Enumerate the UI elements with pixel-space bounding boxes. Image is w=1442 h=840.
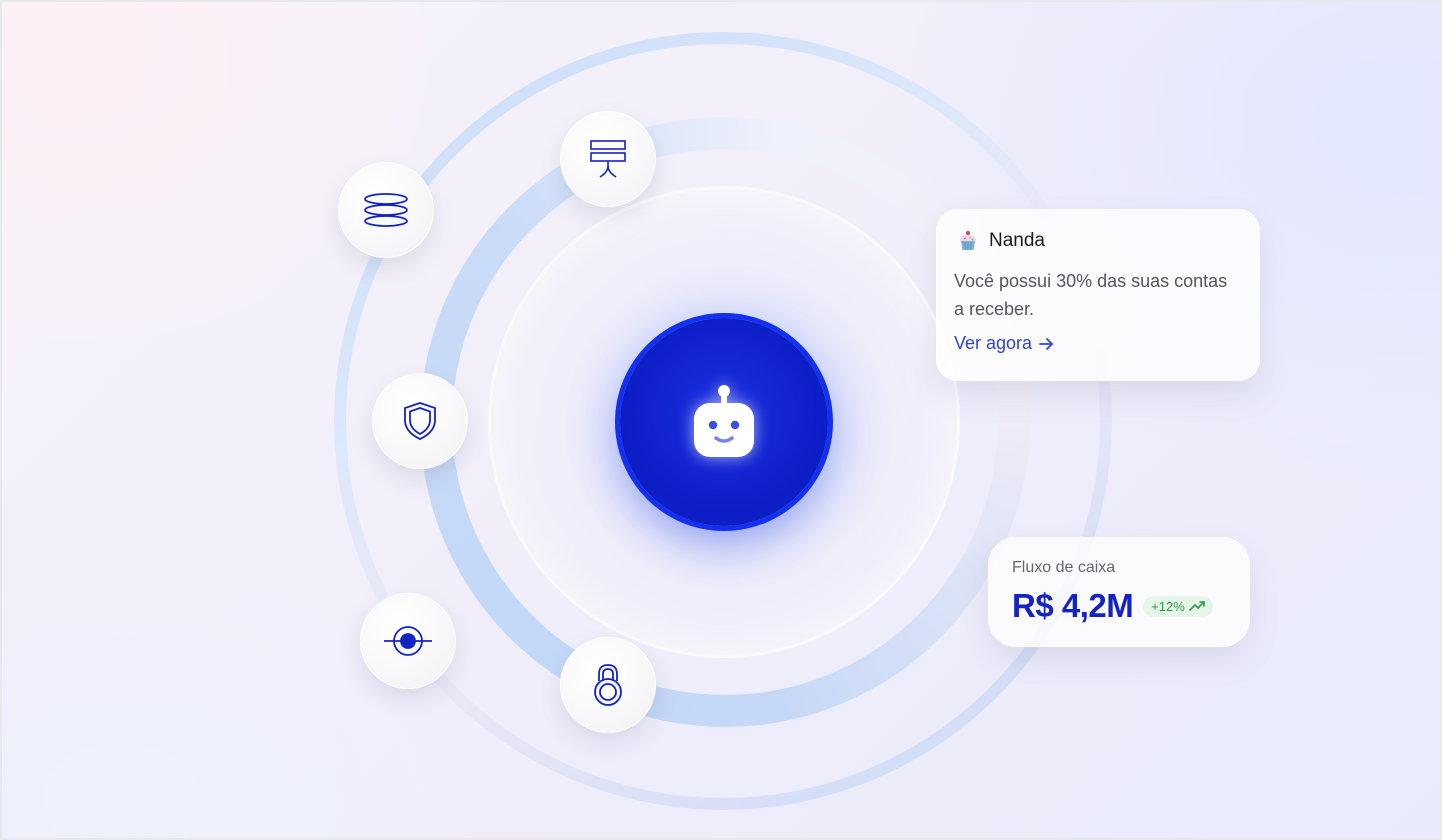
robot-icon [694,385,754,457]
assistant-message-card: Nanda Você possui 30% das suas contas a … [936,209,1260,381]
cashflow-card: Fluxo de caixa R$ 4,2M +12% [988,537,1250,647]
arrow-right-icon [1039,337,1053,350]
cashflow-value: R$ 4,2M [1012,587,1134,624]
assistant-name: Nanda [989,230,1045,251]
cashflow-label: Fluxo de caixa [1012,559,1116,576]
shield-icon [404,402,436,440]
view-now-label: Ver agora [954,333,1033,353]
sign-post-icon [590,140,626,178]
integration-node-monitoring[interactable] [360,593,456,689]
ai-assistant-core[interactable] [620,318,828,526]
change-badge: +12% [1143,595,1213,617]
integration-node-coins[interactable] [338,162,434,258]
padlock-icon [594,664,622,706]
assistant-header: Nanda [957,229,1242,253]
cupcake-icon [960,230,976,250]
coin-stack-icon [364,193,408,227]
integration-node-lock[interactable] [560,637,656,733]
eye-scan-icon [384,626,432,656]
view-now-link[interactable]: Ver agora [954,333,1242,354]
integration-node-signpost[interactable] [560,111,656,207]
assistant-message: Você possui 30% das suas contas a recebe… [954,271,1228,319]
hero-illustration: Nanda Você possui 30% das suas contas a … [0,0,1442,840]
trend-up-icon [1189,601,1205,611]
change-value: +12% [1151,598,1185,614]
integration-node-security[interactable] [372,373,468,469]
